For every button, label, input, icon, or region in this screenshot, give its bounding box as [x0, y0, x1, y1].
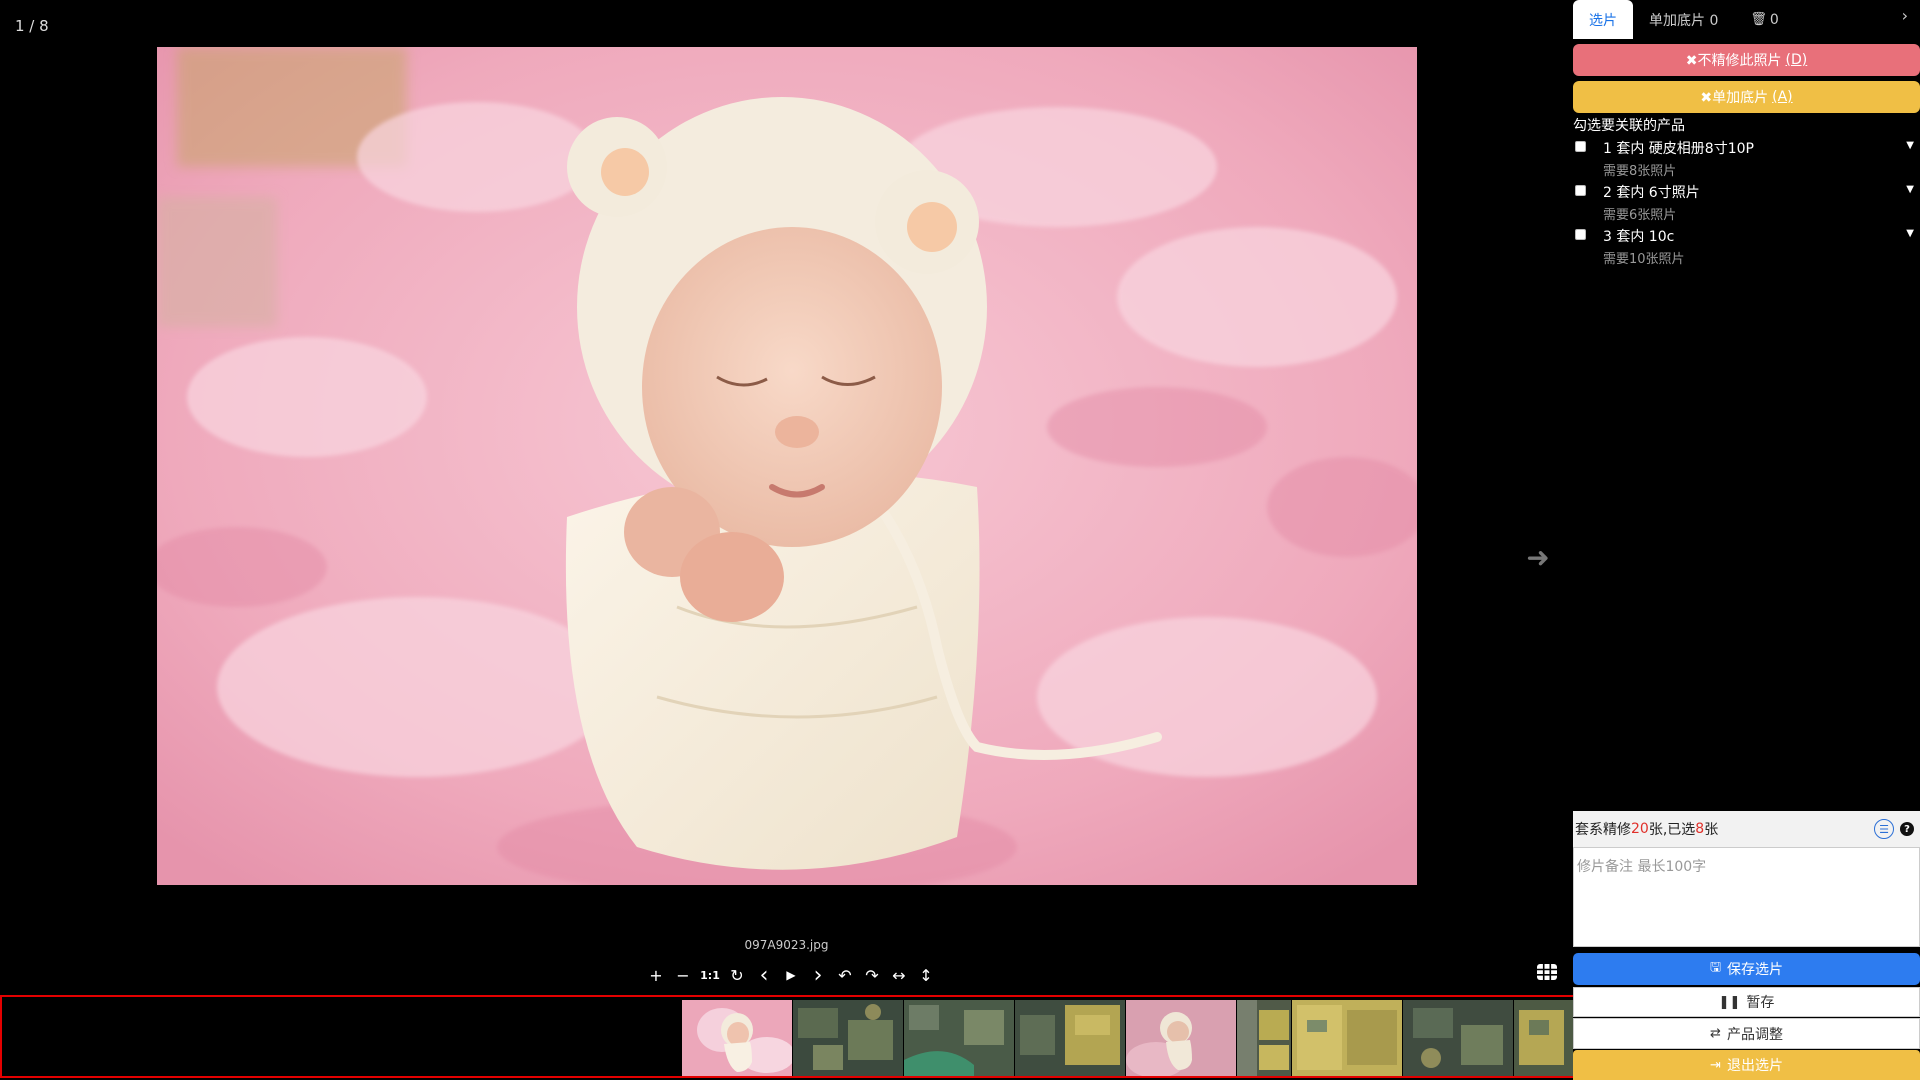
photo-filename: 097A9023.jpg — [744, 938, 829, 952]
no-retouch-button[interactable]: ✖不精修此照片 (D) — [1573, 44, 1920, 76]
no-retouch-shortcut: (D) — [1785, 52, 1808, 68]
save-selection-button[interactable]: 🖫 保存选片 — [1573, 953, 1920, 985]
rotate-right-icon: ↷ — [865, 965, 879, 985]
arrow-right-icon: ➜ — [1526, 541, 1550, 574]
thumbnail-9[interactable] — [1514, 1000, 1574, 1076]
zoom-out-icon: − — [676, 965, 690, 985]
tab-trash[interactable]: 🗑 0 — [1734, 0, 1794, 39]
swap-icon: ⇄ — [1710, 1026, 1721, 1041]
main-photo[interactable] — [157, 47, 1417, 885]
product-checkbox[interactable] — [1575, 141, 1586, 152]
thumbnail-list — [682, 1000, 1574, 1076]
photo-viewer: 1 / 8 ➜ 097A9023.jpg + − 1:1 ↻ ‹ ▶ › ↶ ↷… — [0, 0, 1573, 995]
zoom-in-button[interactable]: + — [646, 963, 666, 987]
viewer-toolbar: + − 1:1 ↻ ‹ ▶ › ↶ ↷ ↔ ↕ — [646, 962, 936, 988]
exit-icon: ⇥ — [1710, 1057, 1721, 1073]
trash-icon: 🗑 — [1750, 12, 1767, 27]
flip-horizontal-button[interactable]: ↔ — [889, 963, 909, 987]
product-name: 1 套内 硬皮相册8寸10P — [1603, 141, 1754, 157]
adjust-label: 产品调整 — [1726, 1026, 1783, 1043]
flip-vertical-button[interactable]: ↕ — [916, 963, 936, 987]
selection-summary: 套系精修 20 张,已选 8 张 ☰ ? — [1573, 811, 1920, 847]
tab-trash-label: 0 — [1769, 11, 1779, 28]
add-single-negative-button[interactable]: ✖单加底片 (A) — [1573, 81, 1920, 113]
product-name: 2 套内 6寸照片 — [1603, 185, 1700, 201]
caret-down-icon[interactable]: ▼ — [1906, 140, 1914, 151]
chevron-right-icon: › — [1901, 6, 1908, 25]
caret-down-icon[interactable]: ▼ — [1906, 184, 1914, 195]
save-label: 保存选片 — [1727, 962, 1784, 978]
flip-horizontal-icon: ↔ — [892, 965, 906, 985]
thumbnail-5[interactable] — [1126, 1000, 1236, 1076]
pause-icon: ❚❚ — [1718, 994, 1741, 1010]
photo-counter: 1 / 8 — [15, 17, 49, 35]
zoom-in-icon: + — [649, 965, 663, 985]
reset-button[interactable]: ↻ — [727, 963, 747, 987]
associate-products-title: 勾选要关联的产品 — [1573, 118, 1685, 134]
summary-prefix: 套系精修 — [1575, 822, 1631, 838]
next-photo-button[interactable]: ➜ — [1523, 543, 1553, 573]
thumbnail-4[interactable] — [1015, 1000, 1125, 1076]
product-checkbox[interactable] — [1575, 185, 1586, 196]
baby-photo-illustration — [157, 47, 1417, 885]
summary-selected: 8 — [1695, 821, 1705, 837]
prev-icon: ‹ — [759, 962, 769, 988]
grid-icon — [1537, 964, 1557, 980]
tab-single-negatives[interactable]: 单加底片 0 — [1633, 0, 1734, 39]
thumbnail-8[interactable] — [1403, 1000, 1513, 1076]
add-single-shortcut: (A) — [1772, 89, 1793, 105]
add-single-label: ✖单加底片 — [1700, 90, 1769, 106]
prev-button[interactable]: ‹ — [754, 962, 774, 988]
thumbnail-6[interactable] — [1237, 1000, 1291, 1076]
selection-sidebar: 选片 单加底片 0 🗑 0 › ✖不精修此照片 (D) ✖单加底片 (A) 勾选… — [1573, 0, 1920, 1080]
retouch-note-input[interactable] — [1573, 847, 1920, 947]
exit-label: 退出选片 — [1726, 1058, 1783, 1074]
sidebar-tabs: 选片 单加底片 0 🗑 0 — [1573, 0, 1920, 39]
summary-middle: 张,已选 — [1648, 822, 1696, 838]
no-retouch-label: ✖不精修此照片 — [1685, 53, 1782, 69]
next-button[interactable]: › — [808, 962, 828, 988]
zoom-out-button[interactable]: − — [673, 963, 693, 987]
rotate-right-button[interactable]: ↷ — [862, 963, 882, 987]
rotate-left-button[interactable]: ↶ — [835, 963, 855, 987]
product-adjust-button[interactable]: ⇄ 产品调整 — [1573, 1018, 1920, 1049]
product-requirement: 需要6张照片 — [1603, 208, 1677, 223]
product-requirement: 需要8张照片 — [1603, 164, 1677, 179]
product-checkbox[interactable] — [1575, 229, 1586, 240]
flip-vertical-icon: ↕ — [919, 965, 933, 985]
help-icon[interactable]: ? — [1900, 822, 1914, 836]
play-button[interactable]: ▶ — [781, 963, 801, 987]
play-icon: ▶ — [786, 968, 796, 982]
tab-select[interactable]: 选片 — [1573, 0, 1633, 39]
reset-icon: ↻ — [730, 965, 744, 985]
tab-select-label: 选片 — [1589, 12, 1617, 29]
tab-single-negatives-label: 单加底片 0 — [1649, 12, 1719, 29]
actual-size-icon: 1:1 — [700, 968, 720, 982]
grid-view-button[interactable] — [1536, 961, 1558, 983]
product-name: 3 套内 10c — [1603, 229, 1675, 245]
list-icon[interactable]: ☰ — [1874, 819, 1894, 839]
thumbnail-2[interactable] — [793, 1000, 903, 1076]
exit-selection-button[interactable]: ⇥ 退出选片 — [1573, 1050, 1920, 1080]
pause-button[interactable]: ❚❚ 暂存 — [1573, 987, 1920, 1017]
thumbnail-3[interactable] — [904, 1000, 1014, 1076]
actual-size-button[interactable]: 1:1 — [700, 963, 720, 987]
caret-down-icon[interactable]: ▼ — [1906, 228, 1914, 239]
thumbnail-1[interactable] — [682, 1000, 792, 1076]
next-icon: › — [813, 962, 823, 988]
summary-total: 20 — [1631, 821, 1649, 837]
summary-suffix: 张 — [1704, 822, 1719, 838]
pause-label: 暂存 — [1746, 995, 1775, 1011]
collapse-sidebar-button[interactable]: › — [1902, 6, 1908, 25]
thumbnail-7[interactable] — [1292, 1000, 1402, 1076]
save-icon: 🖫 — [1709, 960, 1722, 975]
rotate-left-icon: ↶ — [838, 965, 852, 985]
thumbnail-strip[interactable] — [0, 995, 1576, 1078]
product-requirement: 需要10张照片 — [1603, 252, 1685, 267]
